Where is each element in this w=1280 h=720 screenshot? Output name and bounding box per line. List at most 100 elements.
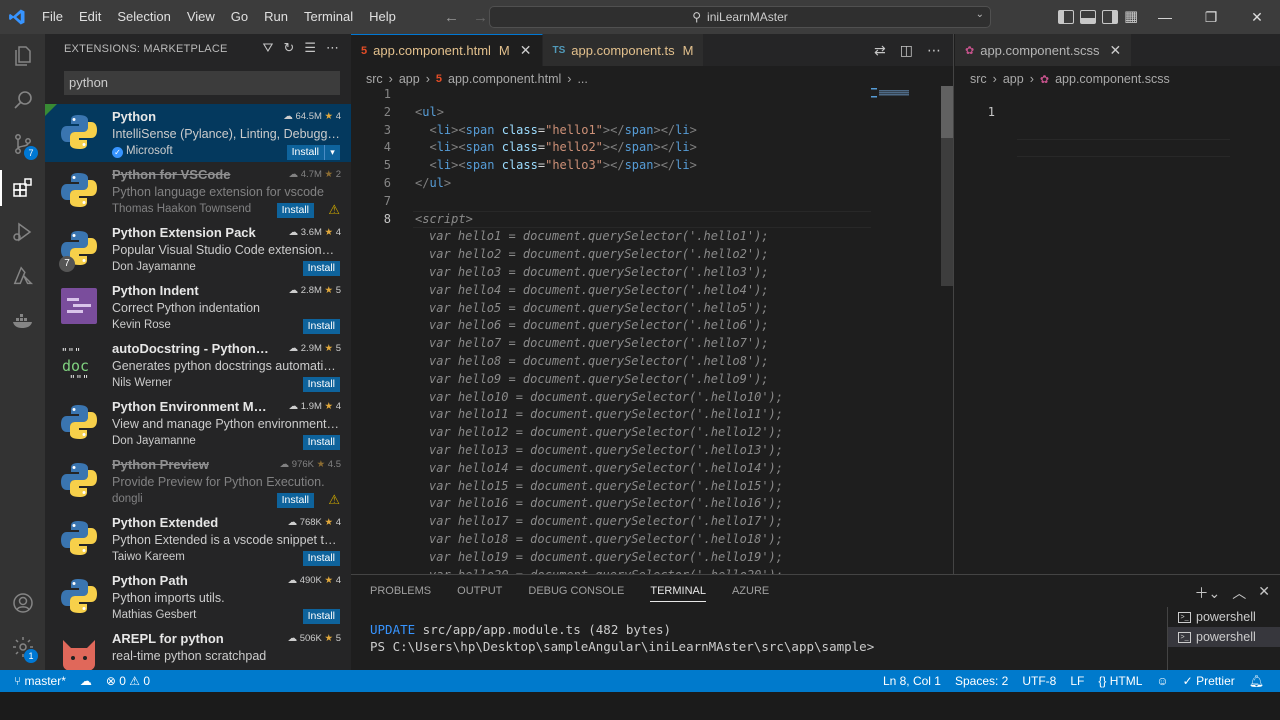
tab-app-component-html[interactable]: 5 app.component.html M ✕	[351, 34, 543, 66]
prettier-status[interactable]: ✓ Prettier	[1183, 674, 1235, 688]
extension-item[interactable]: """doc""" autoDocstring - Python Docstrin…	[45, 336, 351, 394]
tab-app-component-scss[interactable]: ✿ app.component.scss ✕	[955, 34, 1133, 66]
problems-status[interactable]: ⊗ 0 ⚠ 0	[106, 674, 150, 688]
scrollbar-thumb[interactable]	[941, 86, 953, 138]
clear-results-icon[interactable]: ☰	[304, 40, 316, 56]
indentation[interactable]: Spaces: 2	[955, 674, 1008, 688]
install-button[interactable]: Install	[286, 145, 325, 160]
install-dropdown-icon[interactable]: ▾	[325, 145, 340, 160]
install-button[interactable]: Install	[302, 261, 340, 276]
breadcrumb-item[interactable]: app.component.scss	[1055, 72, 1170, 86]
refresh-icon[interactable]: ↻	[283, 40, 294, 56]
breadcrumb-item[interactable]: src	[970, 72, 987, 86]
split-editor-icon[interactable]: ◫	[900, 42, 913, 59]
extension-item[interactable]: Python Extended ☁ 768K ★ 4 Python Extended…	[45, 510, 351, 568]
run-debug-icon[interactable]	[0, 210, 45, 254]
breadcrumb-item[interactable]: app	[1003, 72, 1024, 86]
breadcrumb-item[interactable]: ...	[577, 72, 587, 86]
ghost-suggestion-line: var hello15 = document.querySelector('.h…	[351, 478, 953, 496]
download-count: 1.9M	[300, 401, 322, 412]
menu-terminal[interactable]: Terminal	[296, 0, 361, 34]
warning-icon[interactable]: ⚠	[328, 492, 340, 508]
menu-run[interactable]: Run	[256, 0, 296, 34]
azure-icon[interactable]	[0, 254, 45, 298]
extension-publisher: Kevin Rose	[112, 319, 171, 331]
toggle-primary-sidebar-icon[interactable]	[1058, 10, 1074, 24]
extension-item[interactable]: AREPL for python ☁ 506K ★ 5 real-time pyth…	[45, 626, 351, 670]
minimap[interactable]	[871, 86, 939, 100]
menu-go[interactable]: Go	[223, 0, 256, 34]
forward-arrow-icon[interactable]: →	[473, 9, 488, 26]
extension-item[interactable]: Python for VSCode ☁ 4.7M ★ 2 Python langua…	[45, 162, 351, 220]
panel-tab-terminal[interactable]: TERMINAL	[650, 585, 706, 602]
close-tab-icon[interactable]: ✕	[1109, 42, 1121, 59]
filter-icon[interactable]: ⛛	[263, 40, 274, 56]
tab-app-component-ts[interactable]: TS app.component.ts M	[542, 34, 705, 66]
more-actions-icon[interactable]: ⋯	[326, 40, 339, 56]
menu-help[interactable]: Help	[361, 0, 404, 34]
extension-item[interactable]: Python Indent ☁ 2.8M ★ 5 Correct Python in…	[45, 278, 351, 336]
manage-gear-icon[interactable]: 1	[0, 625, 45, 669]
extension-item[interactable]: 7 Python Extension Pack ☁ 3.6M ★ 4 Popular …	[45, 220, 351, 278]
toggle-secondary-sidebar-icon[interactable]	[1102, 10, 1118, 24]
docker-icon[interactable]	[0, 298, 45, 342]
extension-item[interactable]: Python ☁ 64.5M ★ 4 IntelliSense (Pylance),…	[45, 104, 351, 162]
maximize-panel-icon[interactable]: ︿	[1232, 583, 1246, 603]
install-button[interactable]: Install	[276, 493, 314, 508]
minimize-icon[interactable]: —	[1142, 0, 1188, 34]
search-activity-icon[interactable]	[0, 78, 45, 122]
compare-changes-icon[interactable]: ⇄	[874, 42, 886, 59]
copilot-icon[interactable]: ☺	[1156, 674, 1168, 688]
toggle-panel-icon[interactable]	[1080, 10, 1096, 24]
accounts-icon[interactable]	[0, 581, 45, 625]
branch-status[interactable]: ⑂ master*	[14, 674, 66, 688]
chevron-down-icon[interactable]: ⌄	[976, 9, 984, 20]
install-button[interactable]: Install	[302, 319, 340, 334]
close-panel-icon[interactable]: ✕	[1258, 583, 1270, 603]
terminal-output[interactable]: UPDATE src/app/app.module.ts (482 bytes)…	[370, 621, 874, 655]
sync-icon[interactable]: ☁	[80, 674, 92, 688]
customize-layout-icon[interactable]	[1124, 7, 1140, 25]
close-tab-icon[interactable]: ✕	[520, 42, 532, 59]
extension-item[interactable]: Python Path ☁ 490K ★ 4 Python imports util…	[45, 568, 351, 626]
extension-item[interactable]: Python Preview ☁ 976K ★ 4.5 Provide Previe…	[45, 452, 351, 510]
back-arrow-icon[interactable]: ←	[444, 9, 459, 26]
panel-tab-problems[interactable]: PROBLEMS	[370, 585, 431, 602]
close-window-icon[interactable]: ✕	[1234, 0, 1280, 34]
notifications-bell-icon[interactable]: 🔔︎	[1249, 674, 1264, 688]
warning-icon[interactable]: ⚠	[328, 202, 340, 218]
code-editor[interactable]: 1 2 <ul> 3 <li><span class="hello1"></span>…	[351, 86, 953, 584]
install-button[interactable]: Install	[276, 203, 314, 218]
menu-edit[interactable]: Edit	[71, 0, 109, 34]
end-of-line[interactable]: LF	[1070, 674, 1084, 688]
code-editor[interactable]: 1	[955, 86, 1280, 158]
new-terminal-icon[interactable]: ＋⌄	[1195, 583, 1221, 603]
language-mode[interactable]: {} HTML	[1098, 674, 1142, 688]
install-button[interactable]: Install	[302, 609, 340, 624]
breadcrumb-item[interactable]: src	[366, 72, 383, 86]
extension-item[interactable]: Python Environment Manager ☁ 1.9M ★ 4 View…	[45, 394, 351, 452]
menu-view[interactable]: View	[179, 0, 223, 34]
encoding[interactable]: UTF-8	[1022, 674, 1056, 688]
menu-file[interactable]: File	[34, 0, 71, 34]
terminal-instance[interactable]: >_ powershell	[1168, 607, 1280, 627]
install-button[interactable]: Install	[302, 551, 340, 566]
cursor-position[interactable]: Ln 8, Col 1	[883, 674, 941, 688]
explorer-icon[interactable]	[0, 34, 45, 78]
editor-more-icon[interactable]: ⋯	[927, 42, 941, 59]
panel-tab-debug-console[interactable]: DEBUG CONSOLE	[528, 585, 624, 602]
terminal-instance[interactable]: >_ powershell	[1168, 627, 1280, 647]
source-control-icon[interactable]: 7	[0, 122, 45, 166]
panel-tab-azure[interactable]: AZURE	[732, 585, 769, 602]
install-button[interactable]: Install	[302, 377, 340, 392]
error-count: 0	[119, 674, 126, 688]
restore-icon[interactable]: ❐	[1188, 0, 1234, 34]
breadcrumb-item[interactable]: app.component.html	[448, 72, 561, 86]
extensions-icon[interactable]	[0, 166, 45, 210]
command-center[interactable]: ⚲ iniLearnMAster ⌄	[489, 6, 991, 28]
breadcrumb-item[interactable]: app	[399, 72, 420, 86]
install-button[interactable]: Install	[302, 435, 340, 450]
extensions-search-input[interactable]: python	[64, 71, 340, 95]
panel-tab-output[interactable]: OUTPUT	[457, 585, 502, 602]
menu-selection[interactable]: Selection	[109, 0, 178, 34]
